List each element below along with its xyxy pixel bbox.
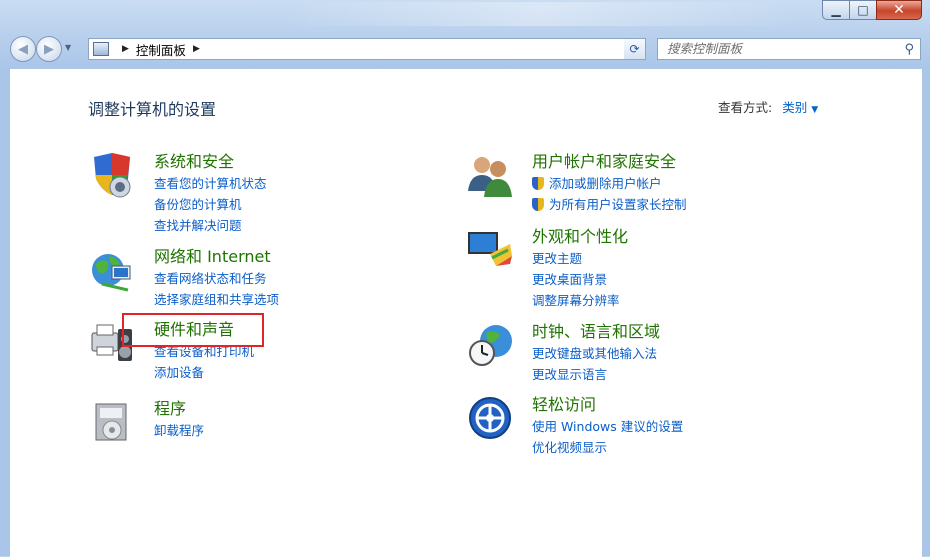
link-change-theme[interactable]: 更改主题 <box>532 248 852 269</box>
maximize-button[interactable]: □ <box>849 0 876 20</box>
breadcrumb-control-panel[interactable]: 控制面板 <box>136 40 186 59</box>
ease-of-access-icon <box>469 397 511 439</box>
highlight-box <box>122 313 264 347</box>
title-bar[interactable]: ▁ □ ✕ <box>0 0 930 30</box>
link-view-network-status[interactable]: 查看网络状态和任务 <box>154 268 474 289</box>
address-toolbar: ◀ ▶ ▼ ▶ 控制面板 ▶ ▼ ⟳ 搜索控制面板 ⚲ <box>0 32 930 68</box>
main-content: 调整计算机的设置 查看方式: 类别 ▼ 系统和安全 查看您的计算机状态 备份您的计算… <box>10 68 922 557</box>
arrow-left-icon: ◀ <box>18 41 28 57</box>
category-title[interactable]: 用户帐户和家庭安全 <box>532 151 852 173</box>
category-title[interactable]: 时钟、语言和区域 <box>532 321 852 343</box>
link-backup-computer[interactable]: 备份您的计算机 <box>154 194 474 215</box>
monitor-palette-icon <box>468 232 512 266</box>
minimize-button[interactable]: ▁ <box>822 0 849 20</box>
search-input[interactable]: 搜索控制面板 ⚲ <box>657 38 921 60</box>
link-optimize-video[interactable]: 优化视频显示 <box>532 437 852 458</box>
link-display-language[interactable]: 更改显示语言 <box>532 364 852 385</box>
link-recommended-settings[interactable]: 使用 Windows 建议的设置 <box>532 416 852 437</box>
recent-pages-dropdown[interactable]: ▼ <box>65 43 71 52</box>
breadcrumb-separator-icon[interactable]: ▶ <box>193 44 200 54</box>
link-text[interactable]: 为所有用户设置家长控制 <box>549 194 687 215</box>
view-mode-selector[interactable]: 类别 <box>782 100 807 115</box>
link-keyboard-input[interactable]: 更改键盘或其他输入法 <box>532 343 852 364</box>
window-controls: ▁ □ ✕ <box>822 0 922 20</box>
category-title[interactable]: 外观和个性化 <box>532 226 852 248</box>
uac-shield-icon <box>532 177 544 190</box>
category-title[interactable]: 程序 <box>154 398 474 420</box>
link-parental-controls[interactable]: 为所有用户设置家长控制 <box>532 194 852 215</box>
search-placeholder: 搜索控制面板 <box>667 41 743 56</box>
shield-computer-icon <box>94 153 131 198</box>
title-bar-blur <box>280 2 800 26</box>
category-title[interactable]: 网络和 Internet <box>154 246 474 268</box>
category-title[interactable]: 系统和安全 <box>154 151 474 173</box>
page-title: 调整计算机的设置 <box>88 100 217 119</box>
breadcrumb-separator-icon[interactable]: ▶ <box>122 44 129 54</box>
network-globe-icon <box>92 254 131 292</box>
link-desktop-background[interactable]: 更改桌面背景 <box>532 269 852 290</box>
search-icon[interactable]: ⚲ <box>904 40 914 60</box>
link-screen-resolution[interactable]: 调整屏幕分辨率 <box>532 290 852 311</box>
clock-globe-icon <box>469 325 512 366</box>
view-mode-label: 查看方式: <box>718 100 773 115</box>
category-title[interactable]: 轻松访问 <box>532 394 852 416</box>
back-button[interactable]: ◀ <box>10 36 36 62</box>
link-homegroup-sharing[interactable]: 选择家庭组和共享选项 <box>154 289 474 310</box>
uac-shield-icon <box>532 198 544 211</box>
view-mode: 查看方式: 类别 ▼ <box>718 97 818 116</box>
close-button[interactable]: ✕ <box>876 0 922 20</box>
programs-box-icon <box>95 403 127 441</box>
chevron-down-icon[interactable]: ▼ <box>811 105 818 115</box>
link-view-computer-status[interactable]: 查看您的计算机状态 <box>154 173 474 194</box>
link-uninstall-program[interactable]: 卸载程序 <box>154 420 474 441</box>
control-panel-window: ▁ □ ✕ ◀ ▶ ▼ ▶ 控制面板 ▶ ▼ ⟳ 搜索控制面板 ⚲ 调整计算机的… <box>0 0 930 557</box>
forward-button[interactable]: ▶ <box>36 36 62 62</box>
refresh-icon: ⟳ <box>629 42 640 56</box>
link-add-device[interactable]: 添加设备 <box>154 362 474 383</box>
control-panel-icon <box>93 42 109 56</box>
address-bar[interactable]: ▶ 控制面板 ▶ ▼ <box>88 38 644 60</box>
arrow-right-icon: ▶ <box>44 41 54 57</box>
link-find-fix-problems[interactable]: 查找并解决问题 <box>154 215 474 236</box>
refresh-button[interactable]: ⟳ <box>624 38 646 60</box>
users-icon <box>468 157 512 197</box>
link-text[interactable]: 添加或删除用户帐户 <box>549 173 662 194</box>
link-add-remove-accounts[interactable]: 添加或删除用户帐户 <box>532 173 852 194</box>
